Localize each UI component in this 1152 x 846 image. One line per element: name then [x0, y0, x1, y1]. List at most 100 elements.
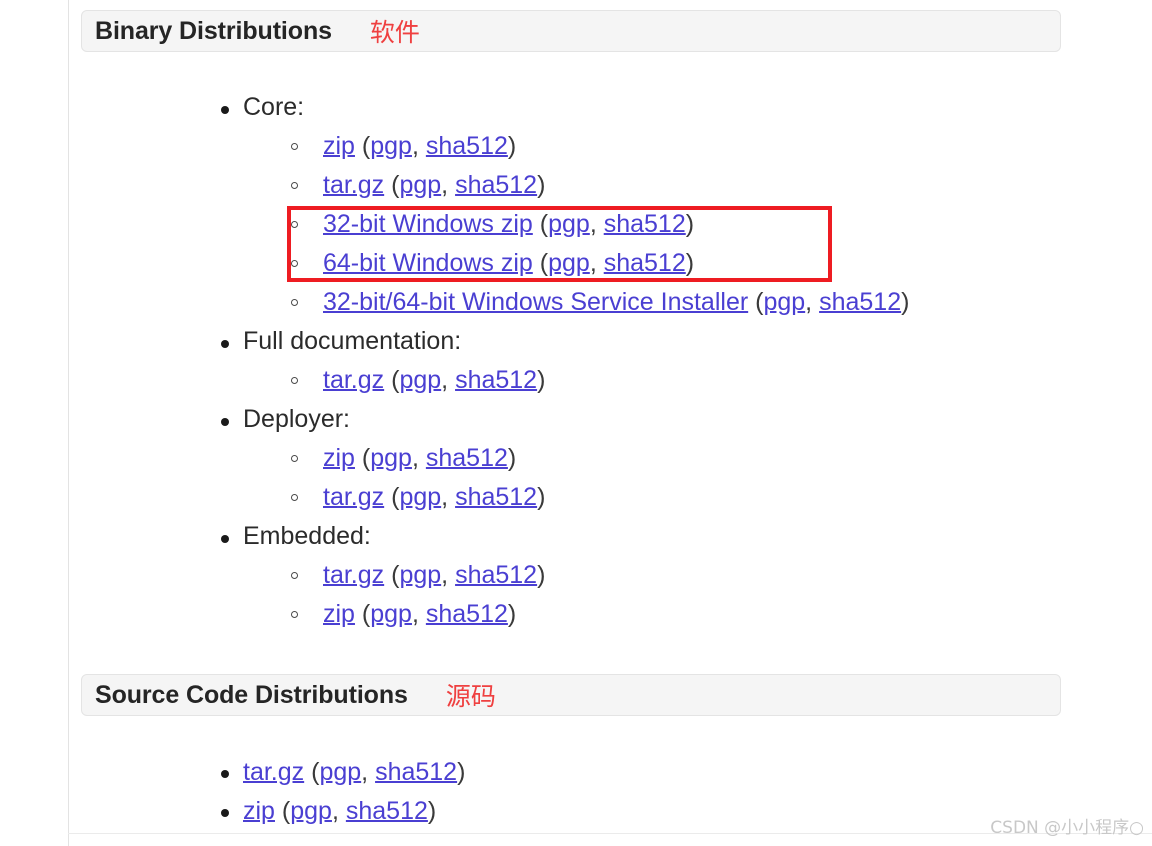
punct-sep: ,: [411, 600, 426, 628]
punct-sep: ,: [589, 249, 604, 277]
pgp-link-source-zip[interactable]: pgp: [290, 797, 332, 825]
punct-sep: ,: [441, 171, 456, 199]
group-label-embedded: Embedded:: [207, 517, 909, 556]
download-link-windows-service-installer[interactable]: 32-bit/64-bit Windows Service Installer: [323, 288, 748, 316]
sha512-link-source-zip[interactable]: sha512: [346, 797, 428, 825]
group-label-core: Core:: [207, 88, 909, 127]
punct-sep: ,: [805, 288, 820, 316]
punct-sep: ,: [411, 444, 426, 472]
punct-open: (: [384, 366, 400, 394]
punct-close: ): [537, 561, 546, 589]
sublist-embedded: tar.gz (pgp, sha512) zip (pgp, sha512): [207, 556, 909, 634]
download-link-deployer-zip[interactable]: zip: [323, 444, 355, 472]
pgp-link-windows-service-installer[interactable]: pgp: [763, 288, 805, 316]
punct-sep: ,: [411, 132, 426, 160]
pgp-link-source-targz[interactable]: pgp: [319, 758, 361, 786]
download-link-fulldoc-targz[interactable]: tar.gz: [323, 366, 384, 394]
sha512-link-embedded-targz[interactable]: sha512: [455, 561, 537, 589]
punct-close: ): [457, 758, 466, 786]
pgp-link-fulldoc-targz[interactable]: pgp: [399, 366, 441, 394]
download-link-source-targz[interactable]: tar.gz: [243, 758, 304, 786]
pgp-link-32bit-windows-zip[interactable]: pgp: [548, 210, 590, 238]
punct-open: (: [384, 561, 400, 589]
sha512-link-32bit-windows-zip[interactable]: sha512: [604, 210, 686, 238]
punct-sep: ,: [441, 366, 456, 394]
sha512-link-core-zip[interactable]: sha512: [426, 132, 508, 160]
list-group-core: Core: zip (pgp, sha512) tar.gz (pgp, sha…: [207, 88, 909, 322]
punct-close: ): [537, 171, 546, 199]
document-body: Binary Distributions 软件 Core: zip (pgp, …: [69, 0, 1152, 846]
source-code-distributions-list: tar.gz (pgp, sha512) zip (pgp, sha512): [207, 753, 465, 831]
punct-sep: ,: [361, 758, 376, 786]
sha512-link-deployer-targz[interactable]: sha512: [455, 483, 537, 511]
download-link-embedded-zip[interactable]: zip: [323, 600, 355, 628]
sha512-link-deployer-zip[interactable]: sha512: [426, 444, 508, 472]
download-link-embedded-targz[interactable]: tar.gz: [323, 561, 384, 589]
download-link-core-targz[interactable]: tar.gz: [323, 171, 384, 199]
punct-close: ): [507, 132, 517, 160]
list-item: tar.gz (pgp, sha512): [207, 478, 909, 517]
list-item: zip (pgp, sha512): [207, 439, 909, 478]
sha512-link-windows-service-installer[interactable]: sha512: [819, 288, 901, 316]
sublist-core: zip (pgp, sha512) tar.gz (pgp, sha512) 3…: [207, 127, 909, 322]
annotation-text-source-cn: 源码: [445, 682, 496, 711]
download-link-core-zip[interactable]: zip: [323, 132, 355, 160]
sha512-link-source-targz[interactable]: sha512: [375, 758, 457, 786]
sha512-link-64bit-windows-zip[interactable]: sha512: [604, 249, 686, 277]
binary-distributions-list: Core: zip (pgp, sha512) tar.gz (pgp, sha…: [207, 88, 909, 634]
list-item: tar.gz (pgp, sha512): [207, 556, 909, 595]
punct-open: (: [354, 132, 371, 160]
punct-sep: ,: [441, 561, 456, 589]
punct-sep: ,: [331, 797, 346, 825]
download-link-32bit-windows-zip[interactable]: 32-bit Windows zip: [323, 210, 533, 238]
punct-close: ): [901, 288, 910, 316]
punct-open: (: [384, 483, 400, 511]
pgp-link-core-targz[interactable]: pgp: [399, 171, 441, 199]
list-item: zip (pgp, sha512): [207, 792, 465, 831]
group-label-deployer: Deployer:: [207, 400, 909, 439]
pgp-link-embedded-zip[interactable]: pgp: [370, 600, 412, 628]
punct-open: (: [532, 249, 549, 277]
group-label-full-documentation: Full documentation:: [207, 322, 909, 361]
pgp-link-64bit-windows-zip[interactable]: pgp: [548, 249, 590, 277]
section-title-binary-distributions: Binary Distributions: [95, 16, 332, 45]
punct-open: (: [748, 288, 764, 316]
punct-close: ): [507, 600, 517, 628]
punct-open: (: [354, 600, 371, 628]
list-group-deployer: Deployer: zip (pgp, sha512) tar.gz (pgp,…: [207, 400, 909, 517]
list-group-full-documentation: Full documentation: tar.gz (pgp, sha512): [207, 322, 909, 400]
sha512-link-core-targz[interactable]: sha512: [455, 171, 537, 199]
annotation-text-binary-cn: 软件: [369, 18, 420, 47]
list-item: tar.gz (pgp, sha512): [207, 361, 909, 400]
pgp-link-deployer-zip[interactable]: pgp: [370, 444, 412, 472]
punct-open: (: [354, 444, 371, 472]
list-item: tar.gz (pgp, sha512): [207, 166, 909, 205]
list-item: tar.gz (pgp, sha512): [207, 753, 465, 792]
list-item: zip (pgp, sha512): [207, 127, 909, 166]
punct-open: (: [532, 210, 549, 238]
punct-open: (: [274, 797, 291, 825]
pgp-link-embedded-targz[interactable]: pgp: [399, 561, 441, 589]
section-header-source-code-distributions: Source Code Distributions 源码: [81, 674, 1061, 716]
list-item: 32-bit Windows zip (pgp, sha512): [207, 205, 909, 244]
punct-open: (: [304, 758, 320, 786]
list-item: zip (pgp, sha512): [207, 595, 909, 634]
download-link-64bit-windows-zip[interactable]: 64-bit Windows zip: [323, 249, 533, 277]
page-content-frame: Binary Distributions 软件 Core: zip (pgp, …: [68, 0, 1152, 846]
section-header-binary-distributions: Binary Distributions 软件: [81, 10, 1061, 52]
list-group-embedded: Embedded: tar.gz (pgp, sha512) zip (pgp,…: [207, 517, 909, 634]
list-item: 32-bit/64-bit Windows Service Installer …: [207, 283, 909, 322]
download-link-deployer-targz[interactable]: tar.gz: [323, 483, 384, 511]
punct-close: ): [685, 249, 695, 277]
sublist-full-documentation: tar.gz (pgp, sha512): [207, 361, 909, 400]
download-link-source-zip[interactable]: zip: [243, 797, 275, 825]
list-item: 64-bit Windows zip (pgp, sha512): [207, 244, 909, 283]
punct-sep: ,: [441, 483, 456, 511]
punct-open: (: [384, 171, 400, 199]
sha512-link-fulldoc-targz[interactable]: sha512: [455, 366, 537, 394]
sha512-link-embedded-zip[interactable]: sha512: [426, 600, 508, 628]
pgp-link-deployer-targz[interactable]: pgp: [399, 483, 441, 511]
punct-sep: ,: [589, 210, 604, 238]
punct-close: ): [537, 483, 546, 511]
pgp-link-core-zip[interactable]: pgp: [370, 132, 412, 160]
